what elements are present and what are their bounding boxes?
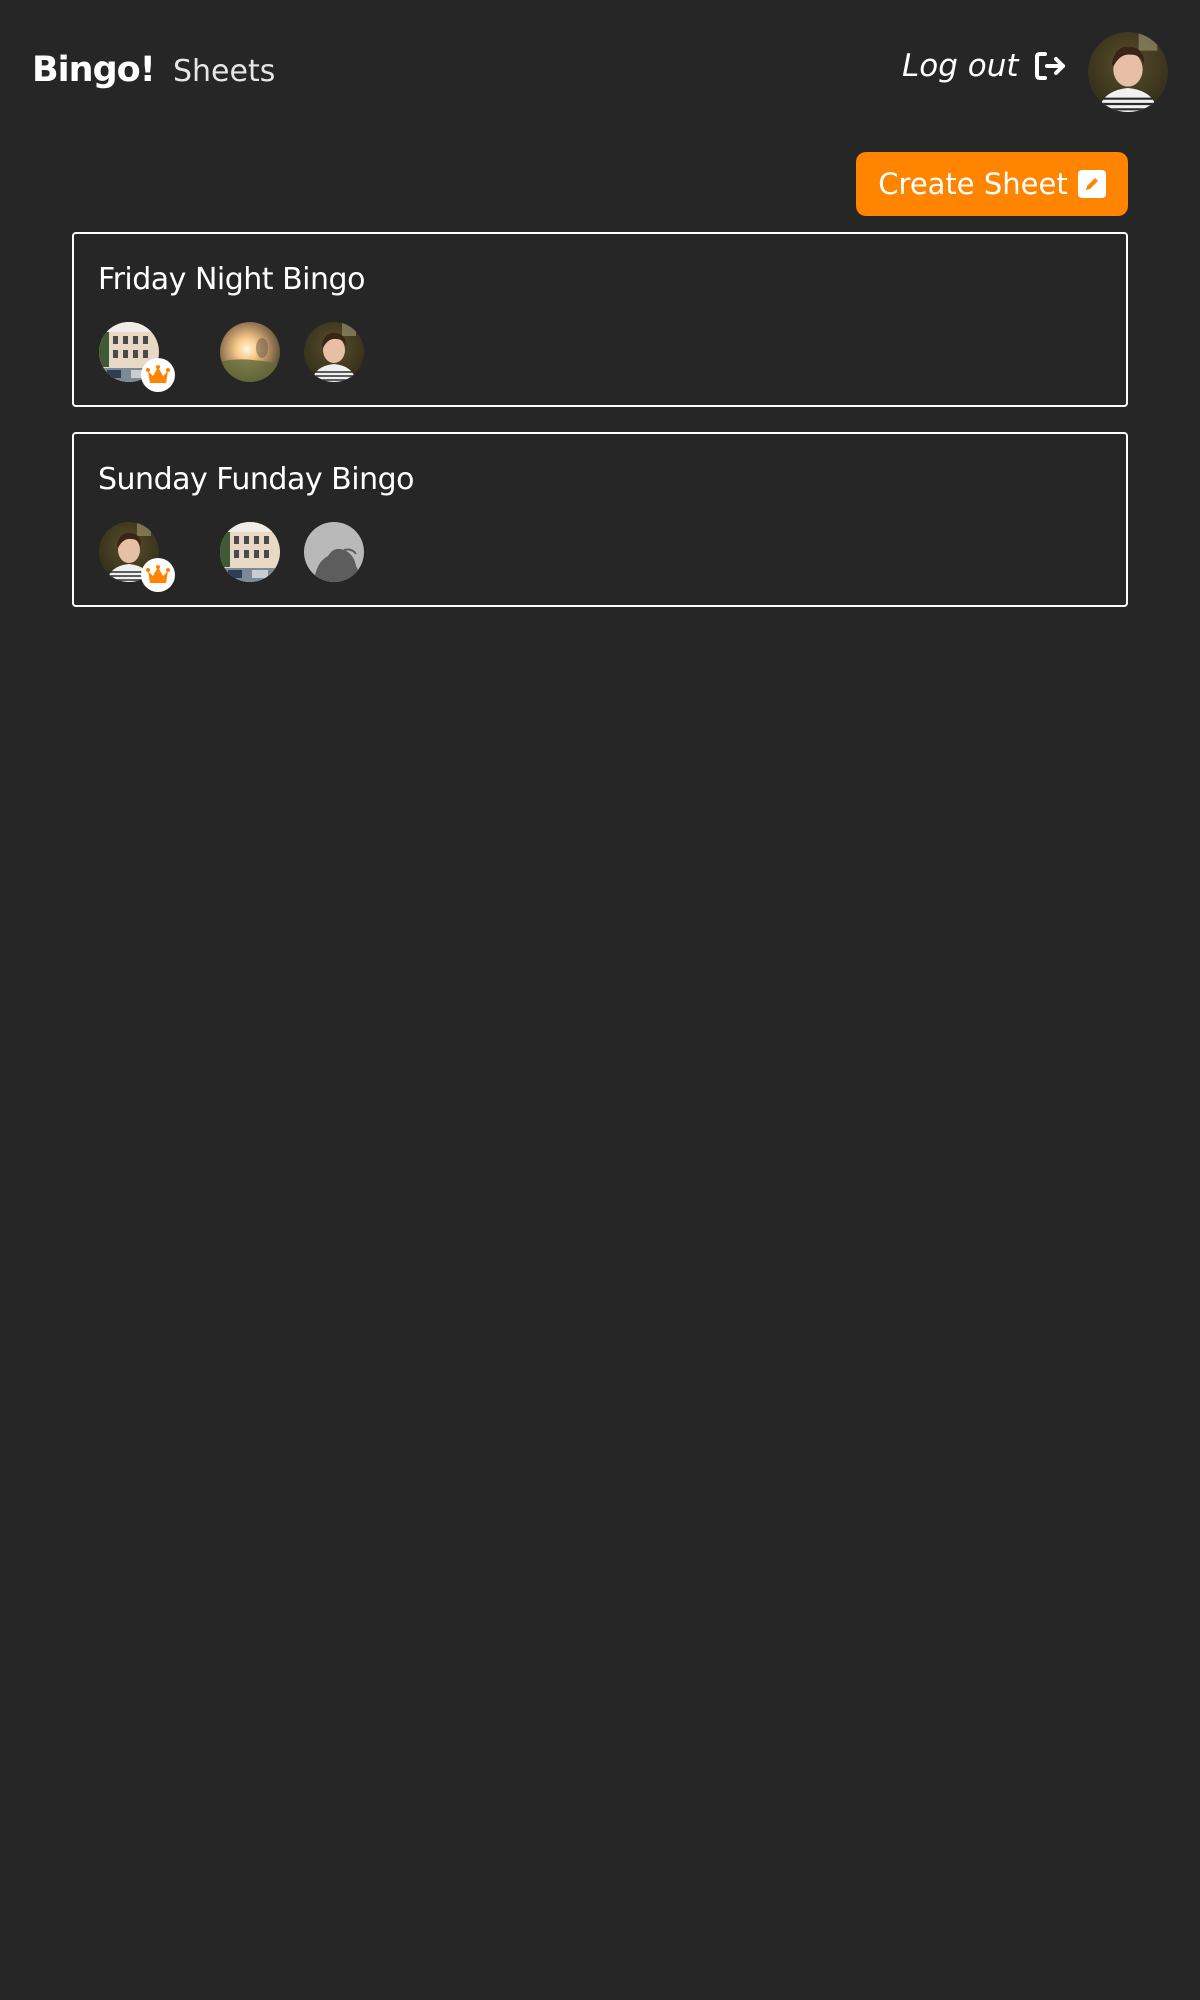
sheet-title: Sunday Funday Bingo <box>98 462 414 497</box>
sign-out-icon <box>1033 50 1069 82</box>
profile-avatar[interactable] <box>1088 32 1168 112</box>
brand-logo[interactable]: Bingo! <box>32 50 156 90</box>
pencil-square-icon <box>1077 170 1106 198</box>
sheet-title: Friday Night Bingo <box>98 262 365 297</box>
create-sheet-button[interactable]: Create Sheet <box>856 152 1128 216</box>
member-avatar <box>220 322 280 382</box>
logout-button[interactable]: Log out <box>902 48 1069 84</box>
sheet-card[interactable]: Sunday Funday Bingo <box>72 432 1128 607</box>
member-avatar <box>304 522 364 582</box>
member-avatar <box>220 522 280 582</box>
logout-label: Log out <box>902 48 1019 84</box>
owner-crown-icon <box>141 558 175 592</box>
member-avatar <box>304 322 364 382</box>
navbar: Bingo! Sheets Log out <box>0 0 1200 140</box>
sheet-card[interactable]: Friday Night Bingo <box>72 232 1128 407</box>
nav-link-sheets[interactable]: Sheets <box>173 54 275 89</box>
create-sheet-label: Create Sheet <box>878 167 1068 201</box>
owner-crown-icon <box>141 358 175 392</box>
